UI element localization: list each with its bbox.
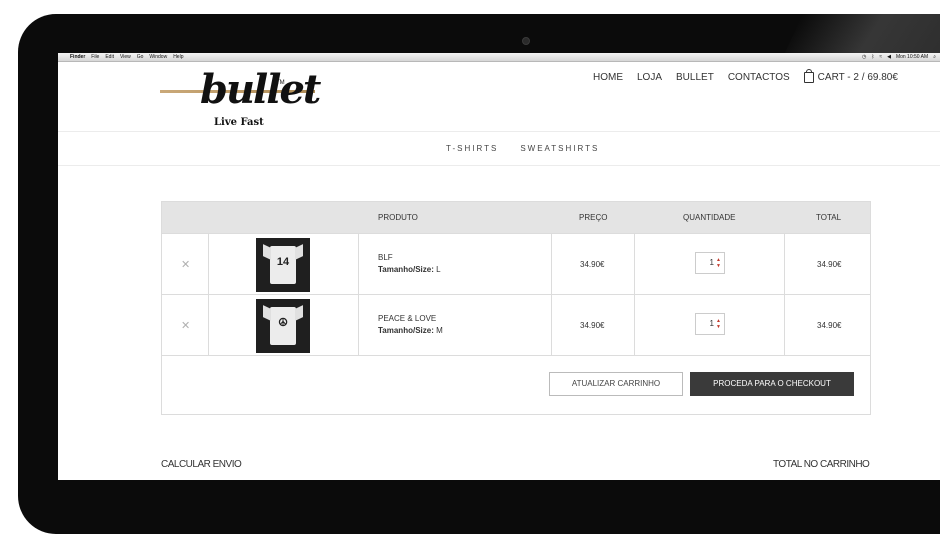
quantity-value[interactable]: 1: [710, 319, 714, 328]
subnav-sweatshirts[interactable]: SWEATSHIRTS: [520, 144, 599, 153]
product-thumbnail[interactable]: ☮: [256, 299, 310, 353]
update-cart-button[interactable]: ATUALIZAR CARRINHO: [549, 372, 683, 396]
shopping-bag-icon: [803, 69, 814, 83]
nav-contactos[interactable]: CONTACTOS: [728, 72, 790, 83]
product-price: 34.90€: [580, 321, 605, 330]
stepper-arrows-icon[interactable]: ▲ ▼: [716, 318, 721, 330]
logo-trademark: TM: [276, 80, 285, 86]
quantity-value[interactable]: 1: [710, 258, 714, 267]
calculate-shipping-heading[interactable]: CALCULAR ENVIO: [161, 459, 242, 470]
size-value: L: [436, 265, 441, 274]
cart-summary: CART - 2 / 69.80€: [817, 72, 898, 83]
menu-help[interactable]: Help: [173, 53, 183, 61]
nav-home[interactable]: HOME: [593, 72, 623, 83]
main-nav: HOME LOJA BULLET CONTACTOS CART - 2 / 69…: [593, 69, 898, 83]
size-label: Tamanho/Size:: [378, 265, 434, 274]
product-info: PEACE & LOVE Tamanho/Size: M: [378, 313, 443, 337]
mac-menubar: Finder File Edit View Go Window Help ◷ ᛒ…: [58, 53, 940, 62]
wifi-icon[interactable]: ≈: [879, 53, 882, 61]
product-info: BLF Tamanho/Size: L: [378, 252, 441, 276]
menu-file[interactable]: File: [91, 53, 99, 61]
cart-table: PRODUTO PREÇO QUANTIDADE TOTAL ✕ 14 BLF …: [161, 201, 871, 415]
header-total: TOTAL: [816, 213, 842, 222]
site-logo[interactable]: bullet TM Live Fast: [160, 66, 321, 130]
menu-window[interactable]: Window: [149, 53, 167, 61]
cart-table-header: PRODUTO PREÇO QUANTIDADE TOTAL: [162, 202, 870, 233]
category-nav: T-SHIRTS SWEATSHIRTS: [446, 144, 599, 153]
remove-item-icon[interactable]: ✕: [181, 319, 190, 332]
shirt-print: 14: [276, 256, 290, 268]
product-thumbnail[interactable]: 14: [256, 238, 310, 292]
line-total: 34.90€: [817, 260, 842, 269]
quantity-stepper[interactable]: 1 ▲ ▼: [695, 313, 725, 335]
cart-row: ✕ 14 BLF Tamanho/Size: L 34.90€ 1 ▲ ▼ 34.…: [162, 233, 870, 295]
product-price: 34.90€: [580, 260, 605, 269]
subnav-tshirts[interactable]: T-SHIRTS: [446, 144, 498, 153]
header-produto: PRODUTO: [378, 213, 418, 222]
shirt-print: ☮: [278, 317, 288, 329]
line-total: 34.90€: [817, 321, 842, 330]
menu-go[interactable]: Go: [137, 53, 144, 61]
nav-cart[interactable]: CART - 2 / 69.80€: [803, 69, 898, 83]
menu-view[interactable]: View: [120, 53, 131, 61]
header-quantidade: QUANTIDADE: [683, 213, 736, 222]
nav-bullet[interactable]: BULLET: [676, 72, 714, 83]
menu-finder[interactable]: Finder: [70, 53, 85, 61]
size-label: Tamanho/Size:: [378, 326, 434, 335]
menu-edit[interactable]: Edit: [105, 53, 114, 61]
size-value: M: [436, 326, 443, 335]
remove-item-icon[interactable]: ✕: [181, 258, 190, 271]
product-name[interactable]: PEACE & LOVE: [378, 313, 443, 325]
volume-icon[interactable]: ◀: [887, 53, 891, 61]
spotlight-icon[interactable]: ⌕: [933, 53, 936, 61]
cart-row: ✕ ☮ PEACE & LOVE Tamanho/Size: M 34.90€ …: [162, 294, 870, 356]
logo-tagline: Live Fast: [214, 117, 264, 128]
nav-loja[interactable]: LOJA: [637, 72, 662, 83]
subnav-divider: [58, 165, 940, 166]
clock-icon[interactable]: ◷: [862, 53, 866, 61]
cart-total-heading: TOTAL NO CARRINHO: [773, 459, 870, 470]
checkout-button[interactable]: PROCEDA PARA O CHECKOUT: [690, 372, 854, 396]
header-divider: [58, 131, 940, 132]
camera-icon: [522, 37, 530, 45]
bluetooth-icon[interactable]: ᛒ: [871, 53, 874, 61]
screen: Finder File Edit View Go Window Help ◷ ᛒ…: [58, 53, 940, 480]
logo-word: bullet: [200, 66, 321, 113]
menubar-clock[interactable]: Mon 10:50 AM: [896, 53, 928, 61]
header-preco: PREÇO: [579, 213, 608, 222]
stepper-arrows-icon[interactable]: ▲ ▼: [716, 257, 721, 269]
quantity-stepper[interactable]: 1 ▲ ▼: [695, 252, 725, 274]
tshirt-image: 14: [270, 246, 296, 284]
tshirt-image: ☮: [270, 307, 296, 345]
product-name[interactable]: BLF: [378, 252, 441, 264]
